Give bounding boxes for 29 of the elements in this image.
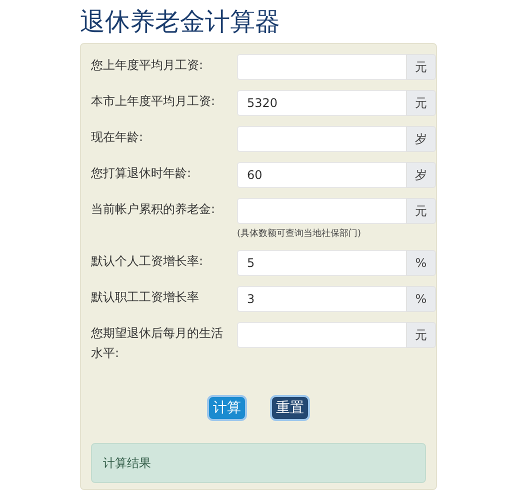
input-field[interactable]: 5 (237, 250, 406, 276)
action-button[interactable]: 重置 (270, 395, 310, 421)
field-label: 您上年度平均月工资: (91, 57, 204, 74)
input-field[interactable]: 5320 (237, 90, 406, 116)
unit-addon: 岁 (406, 126, 436, 152)
field-label: 现在年龄: (91, 129, 144, 146)
input-field[interactable] (237, 322, 406, 348)
input-field[interactable]: 60 (237, 162, 406, 188)
action-button[interactable]: 计算 (207, 395, 247, 421)
page-title: 退休养老金计算器 (80, 6, 281, 38)
result-label: 计算结果 (103, 454, 151, 472)
unit-addon: 元 (406, 90, 436, 116)
input-field[interactable] (237, 198, 406, 224)
field-hint: (具体数额可查询当地社保部门) (237, 228, 362, 240)
unit-addon: % (406, 286, 436, 312)
field-label: 默认个人工资增长率: (91, 253, 204, 270)
unit-addon: 元 (406, 198, 436, 224)
unit-addon: 元 (406, 54, 436, 80)
unit-addon: % (406, 250, 436, 276)
field-label: 当前帐户累积的养老金: (91, 201, 216, 218)
field-label: 默认职工工资增长率 (91, 289, 200, 306)
unit-addon: 元 (406, 322, 436, 348)
input-field[interactable]: 3 (237, 286, 406, 312)
unit-addon: 岁 (406, 162, 436, 188)
input-field[interactable] (237, 126, 406, 152)
field-label: 您期望退休后每月的生活水平: (91, 325, 224, 362)
field-label: 本市上年度平均月工资: (91, 93, 216, 110)
input-field[interactable] (237, 54, 406, 80)
field-label: 您打算退休时年龄: (91, 165, 192, 182)
